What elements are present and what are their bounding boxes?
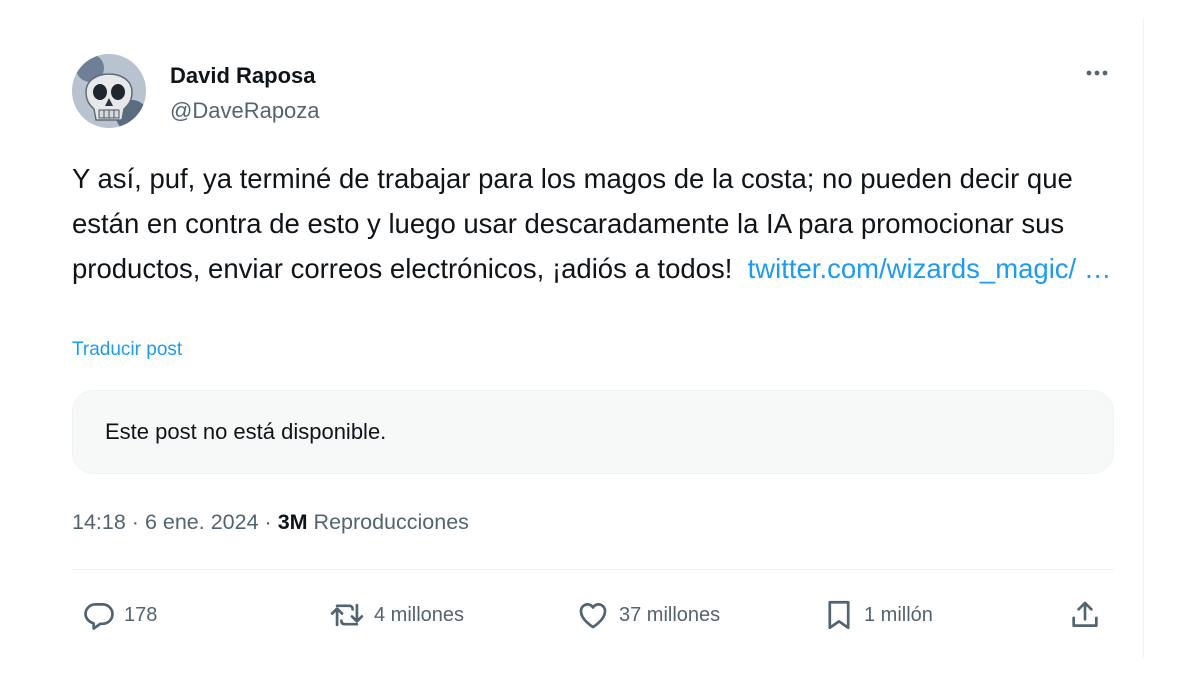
tweet-header: David Raposa @DaveRapoza xyxy=(72,50,1116,130)
like-button[interactable]: 37 millones xyxy=(575,595,720,635)
views-count: 3M xyxy=(277,510,308,534)
meta-separator: · xyxy=(131,510,139,534)
action-bar: 178 4 millones 37 millones 1 millón xyxy=(72,595,1116,635)
quoted-post-unavailable: Este post no está disponible. xyxy=(72,390,1114,474)
quoted-post-message: Este post no está disponible. xyxy=(105,419,387,444)
reply-button[interactable]: 178 xyxy=(82,595,157,635)
bookmark-icon xyxy=(828,600,850,630)
skull-avatar-image xyxy=(72,54,146,128)
repost-count: 4 millones xyxy=(374,603,465,626)
reply-count: 178 xyxy=(124,603,158,626)
post-time[interactable]: 14:18 xyxy=(72,510,126,534)
more-options-button[interactable] xyxy=(1082,58,1112,88)
share-button[interactable] xyxy=(1068,595,1102,635)
post-date[interactable]: 6 ene. 2024 xyxy=(145,510,259,534)
tweet: David Raposa @DaveRapoza Y así, puf, ya … xyxy=(72,50,1116,630)
tweet-text: Y así, puf, ya terminé de trabajar para … xyxy=(72,156,1112,291)
views-label: Reproducciones xyxy=(313,510,469,534)
share-icon xyxy=(1072,601,1098,627)
divider xyxy=(72,569,1114,570)
bookmark-button[interactable]: 1 millón xyxy=(822,595,933,635)
more-icon xyxy=(1086,70,1108,76)
tweet-meta: 14:18 · 6 ene. 2024 · 3M Reproducciones xyxy=(72,510,469,535)
author-handle[interactable]: @DaveRapoza xyxy=(170,98,320,124)
repost-icon xyxy=(330,603,364,627)
tweet-link[interactable]: twitter.com/wizards_magic/ … xyxy=(748,253,1112,284)
avatar[interactable] xyxy=(72,54,146,128)
translate-post-link[interactable]: Traducir post xyxy=(72,339,182,361)
meta-separator: · xyxy=(264,510,272,534)
like-icon xyxy=(579,603,607,629)
author-name[interactable]: David Raposa xyxy=(170,63,316,89)
repost-button[interactable]: 4 millones xyxy=(328,595,464,635)
bookmark-count: 1 millón xyxy=(864,603,933,626)
column-border xyxy=(1143,18,1144,658)
reply-icon xyxy=(84,603,114,630)
like-count: 37 millones xyxy=(619,603,721,626)
